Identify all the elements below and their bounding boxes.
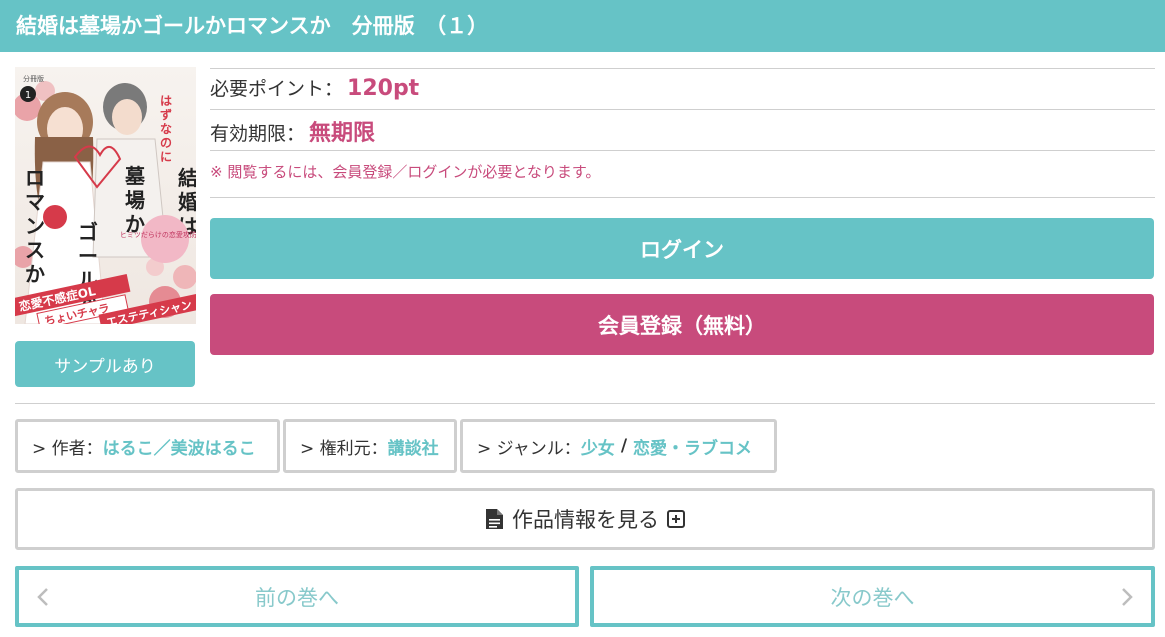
plus-square-icon [667,510,685,528]
svg-text:な: な [160,122,172,136]
publisher-tag-prefix: > 権利元： [300,438,388,459]
svg-text:ン: ン [25,214,45,238]
expiry-label: 有効期限： [210,123,306,145]
svg-text:に: に [160,150,172,164]
svg-text:マ: マ [25,190,45,214]
expiry-value: 無期限 [309,121,376,146]
svg-text:ー: ー [78,244,98,268]
genre-separator: / [620,436,628,456]
work-info-label: 作品情報を見る [512,508,659,532]
cover-image[interactable]: 1 分冊版 結 婚 は 墓 場 か ゴ ー ル か ロ マ ン ス か はずなの… [15,67,196,324]
series-tag: 分冊版 [23,74,44,83]
section-divider [15,403,1155,404]
work-info-button[interactable]: 作品情報を見る [15,488,1155,550]
svg-text:ず: ず [160,107,172,122]
prev-volume-label: 前の巻へ [255,585,339,610]
author-tag-prefix: > 作者： [32,438,103,459]
genre-link-romance[interactable]: 恋愛・ラブコメ [633,434,752,459]
cover-title-col-3: ゴ [78,220,98,244]
next-volume-button[interactable]: 次の巻へ [590,566,1155,627]
prev-volume-button[interactable]: 前の巻へ [15,566,579,627]
cover-title-col-2: 墓 [124,164,146,188]
points-label: 必要ポイント： [210,78,344,100]
next-volume-label: 次の巻へ [830,585,915,610]
page-title: 結婚は墓場かゴールかロマンスか 分冊版 （１） [0,0,1165,52]
genre-tag-prefix: > ジャンル： [477,438,581,459]
svg-text:婚: 婚 [178,190,196,214]
genre-tag: > ジャンル： 少女 / 恋愛・ラブコメ [460,419,777,473]
svg-text:ス: ス [25,238,45,262]
chevron-left-icon [37,587,48,606]
divider [210,197,1155,198]
login-notice: ※ 閲覧するには、会員登録／ログインが必要となります。 [210,163,601,181]
svg-text:か: か [25,262,45,286]
points-row: 必要ポイント： 120pt [210,74,419,101]
author-link[interactable]: はるこ／美波はるこ [103,434,256,459]
points-value: 120pt [347,76,420,101]
svg-text:場: 場 [125,188,145,212]
svg-text:の: の [160,136,172,150]
publisher-tag[interactable]: > 権利元： 講談社 [283,419,457,473]
document-icon [486,509,503,529]
chevron-right-icon [1122,587,1133,606]
svg-text:は: は [160,94,172,108]
cover-title-col-4: ロ [25,166,45,190]
divider [210,68,1155,69]
divider [210,150,1155,151]
volume-number: 1 [25,90,31,101]
author-tag[interactable]: > 作者： はるこ／美波はるこ [15,419,280,473]
expiry-row: 有効期限： 無期限 [210,115,375,147]
cover-title-col-1: 結 [178,166,196,190]
register-button[interactable]: 会員登録（無料） [210,294,1154,355]
cover-bubble: ヒミツだらけの恋愛攻防戦♥ [120,230,196,239]
sample-button[interactable]: サンプルあり [15,341,195,387]
divider [210,109,1155,110]
login-button[interactable]: ログイン [210,218,1154,279]
publisher-link[interactable]: 講談社 [388,434,439,459]
genre-link-shojo[interactable]: 少女 [581,434,615,459]
